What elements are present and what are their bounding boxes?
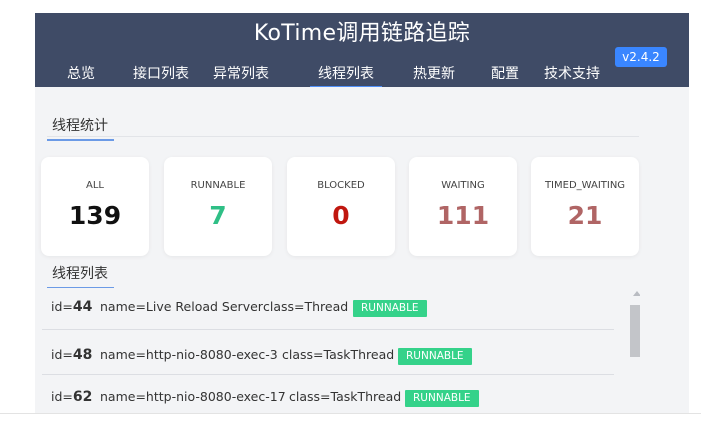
thread-id: id=44 <box>51 299 93 315</box>
stat-label: TIMED_WAITING <box>544 180 626 191</box>
nav-item-tech-support[interactable]: 技术支持 <box>544 63 600 83</box>
thread-class: class=TaskThread <box>289 389 402 404</box>
main-content: 线程统计 ALL 139 RUNNABLE 7 BLOCKED 0 WAITIN… <box>35 87 689 413</box>
thread-state-badge: RUNNABLE <box>405 390 479 407</box>
thread-id: id=48 <box>51 347 93 363</box>
stat-value: 139 <box>68 201 122 230</box>
app-window: KoTime调用链路追踪 v2.4.2 总览 接口列表 异常列表 线程列表 热更… <box>0 0 701 424</box>
nav-item-api-list[interactable]: 接口列表 <box>133 63 189 83</box>
row-divider <box>42 374 614 375</box>
nav-item-exception-list[interactable]: 异常列表 <box>213 63 269 83</box>
stat-label: BLOCKED <box>317 180 365 191</box>
thread-name: name=Live Reload Server <box>100 299 263 314</box>
top-header: KoTime调用链路追踪 v2.4.2 总览 接口列表 异常列表 线程列表 热更… <box>35 13 689 88</box>
stat-card-timed-waiting[interactable]: TIMED_WAITING 21 <box>531 157 639 256</box>
stat-label: WAITING <box>441 180 485 191</box>
thread-row[interactable]: id=48 name=http-nio-8080-exec-3 class=Ta… <box>42 340 614 372</box>
stat-label: RUNNABLE <box>190 180 246 191</box>
stat-value: 0 <box>332 201 350 230</box>
stat-card-blocked[interactable]: BLOCKED 0 <box>287 157 395 256</box>
stat-value: 7 <box>209 201 227 230</box>
nav-item-overview[interactable]: 总览 <box>67 63 95 83</box>
thread-class: class=TaskThread <box>282 347 395 362</box>
page-bottom-divider <box>0 413 701 414</box>
thread-row[interactable]: id=62 name=http-nio-8080-exec-17 class=T… <box>42 382 614 413</box>
thread-state-badge: RUNNABLE <box>353 300 427 317</box>
stat-card-waiting[interactable]: WAITING 111 <box>409 157 517 256</box>
stat-card-runnable[interactable]: RUNNABLE 7 <box>164 157 272 256</box>
thread-stats-title: 线程统计 <box>47 115 114 141</box>
stat-value: 111 <box>436 201 490 230</box>
nav-item-settings[interactable]: 配置 <box>491 63 519 83</box>
thread-list-title: 线程列表 <box>47 263 114 289</box>
stat-value: 21 <box>567 201 603 230</box>
thread-row[interactable]: id=44 name=Live Reload Server class=Thre… <box>42 292 614 324</box>
scroll-thumb[interactable] <box>630 305 640 357</box>
thread-id: id=62 <box>51 389 93 405</box>
list-scrollbar[interactable] <box>630 291 640 413</box>
row-divider <box>42 329 614 330</box>
thread-class: class=Thread <box>263 299 349 314</box>
thread-list[interactable]: id=44 name=Live Reload Server class=Thre… <box>42 288 640 413</box>
nav-item-hot-update[interactable]: 热更新 <box>413 63 455 83</box>
thread-name: name=http-nio-8080-exec-17 <box>100 389 286 404</box>
main-nav: 总览 接口列表 异常列表 线程列表 热更新 配置 技术支持 <box>35 59 689 88</box>
stat-card-all[interactable]: ALL 139 <box>41 157 149 256</box>
scroll-up-arrow-icon[interactable] <box>633 291 640 296</box>
thread-state-badge: RUNNABLE <box>398 348 472 365</box>
app-title: KoTime调用链路追踪 <box>253 21 471 46</box>
stat-label: ALL <box>86 180 104 191</box>
section-divider <box>47 136 639 137</box>
nav-item-thread-list[interactable]: 线程列表 <box>310 63 382 88</box>
thread-name: name=http-nio-8080-exec-3 <box>100 347 278 362</box>
